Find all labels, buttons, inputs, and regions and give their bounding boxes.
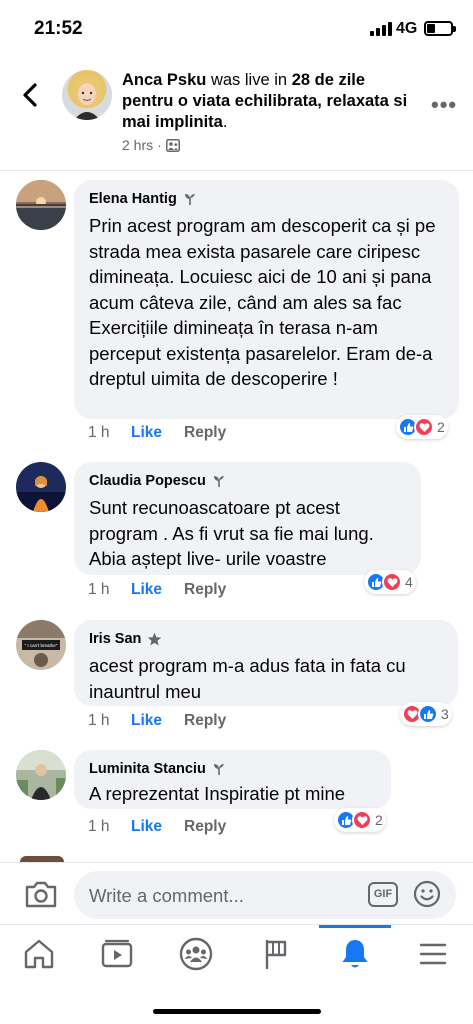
host-name[interactable]: Anca Psku bbox=[122, 71, 206, 89]
like-button[interactable]: Like bbox=[131, 581, 184, 599]
comment-composer: Write a comment... GIF bbox=[0, 862, 473, 922]
status-time: 21:52 bbox=[34, 18, 83, 39]
post-header: Anca Psku was live in 28 de zile pentru … bbox=[0, 58, 473, 168]
pages-flag-icon bbox=[265, 939, 287, 970]
commenter-name[interactable]: Claudia Popescu bbox=[89, 473, 206, 489]
bottom-tab-bar bbox=[0, 924, 473, 986]
back-arrow-icon[interactable] bbox=[18, 82, 44, 108]
avatar-caption: " I can't breathe" bbox=[25, 643, 58, 648]
comment-time: 1 h bbox=[88, 712, 110, 729]
reactions-summary[interactable]: 3 bbox=[400, 702, 452, 726]
notifications-bell-icon bbox=[342, 940, 368, 968]
host-avatar[interactable] bbox=[62, 70, 112, 120]
love-reaction-icon bbox=[414, 417, 434, 437]
star-badge-icon bbox=[148, 632, 162, 645]
header-divider bbox=[0, 170, 473, 171]
comment-text: Sunt recunoascatoare pt acest program . … bbox=[89, 497, 374, 569]
group-name-end: . bbox=[222, 113, 228, 131]
commenter-name[interactable]: Elena Hantig bbox=[89, 191, 177, 207]
like-reaction-icon bbox=[418, 704, 438, 724]
emoji-icon[interactable] bbox=[413, 880, 441, 908]
commenter-avatar[interactable]: " I can't breathe" bbox=[16, 620, 66, 670]
battery-icon bbox=[424, 21, 456, 36]
comment-bubble[interactable]: Elena Hantig Prin acest program am desco… bbox=[74, 180, 459, 419]
camera-icon[interactable] bbox=[24, 879, 58, 909]
comment-bubble[interactable]: Claudia Popescu Sunt recunoascatoare pt … bbox=[74, 462, 421, 575]
reaction-count: 2 bbox=[375, 812, 383, 828]
commenter-avatar[interactable] bbox=[16, 750, 66, 800]
commenter-avatar[interactable] bbox=[16, 180, 66, 230]
tab-groups[interactable] bbox=[175, 933, 217, 975]
post-timestamp: 2 hrs bbox=[122, 137, 154, 153]
gif-button[interactable]: GIF bbox=[368, 882, 398, 907]
reactions-summary[interactable]: 2 bbox=[396, 415, 448, 439]
menu-icon bbox=[419, 943, 447, 965]
home-icon bbox=[24, 939, 54, 969]
group-privacy-icon bbox=[165, 138, 180, 152]
commenter-avatar[interactable] bbox=[16, 462, 66, 512]
reply-button[interactable]: Reply bbox=[184, 581, 226, 599]
reply-button[interactable]: Reply bbox=[184, 424, 226, 442]
status-bar: 21:52 4G bbox=[0, 0, 473, 58]
tab-pages[interactable] bbox=[255, 933, 297, 975]
post-meta: 2 hrs · bbox=[122, 137, 180, 153]
like-button[interactable]: Like bbox=[131, 424, 184, 442]
tab-notifications[interactable] bbox=[334, 933, 376, 975]
tab-menu[interactable] bbox=[412, 933, 454, 975]
love-reaction-icon bbox=[382, 572, 402, 592]
comment-text: acest program m-a adus fata in fata cu i… bbox=[89, 655, 406, 702]
reaction-count: 2 bbox=[437, 419, 445, 435]
commenter-name[interactable]: Luminita Stanciu bbox=[89, 761, 206, 777]
like-button[interactable]: Like bbox=[131, 818, 184, 836]
love-reaction-icon bbox=[352, 810, 372, 830]
home-indicator bbox=[153, 1009, 321, 1014]
comment-text: Prin acest program am descoperit ca și p… bbox=[89, 215, 436, 389]
comment-text: A reprezentat Inspiratie pt mine bbox=[89, 783, 346, 804]
cellular-signal-icon bbox=[370, 22, 392, 36]
reactions-summary[interactable]: 4 bbox=[364, 570, 416, 594]
comment-time: 1 h bbox=[88, 581, 110, 598]
meta-separator: · bbox=[157, 137, 162, 153]
comment-bubble[interactable]: Iris San acest program m-a adus fata in … bbox=[74, 620, 458, 706]
comment-input-placeholder: Write a comment... bbox=[89, 885, 244, 906]
reply-button[interactable]: Reply bbox=[184, 712, 226, 730]
reactions-summary[interactable]: 2 bbox=[334, 808, 386, 832]
tab-watch[interactable] bbox=[96, 933, 138, 975]
comment-bubble[interactable]: Luminita Stanciu A reprezentat Inspirati… bbox=[74, 750, 391, 809]
reply-button[interactable]: Reply bbox=[184, 818, 226, 836]
active-tab-indicator bbox=[319, 925, 391, 928]
more-options-icon[interactable]: ••• bbox=[431, 92, 457, 118]
comment-input[interactable]: Write a comment... GIF bbox=[74, 871, 456, 919]
reaction-count: 4 bbox=[405, 574, 413, 590]
plant-badge-icon bbox=[213, 476, 224, 487]
comment-time: 1 h bbox=[88, 424, 110, 441]
post-title: Anca Psku was live in 28 de zile pentru … bbox=[122, 70, 414, 133]
reaction-count: 3 bbox=[441, 706, 449, 722]
groups-icon bbox=[179, 937, 213, 971]
watch-icon bbox=[101, 939, 133, 968]
comment-time: 1 h bbox=[88, 818, 110, 835]
like-button[interactable]: Like bbox=[131, 712, 184, 730]
tab-home[interactable] bbox=[18, 933, 60, 975]
commenter-name[interactable]: Iris San bbox=[89, 631, 141, 647]
plant-badge-icon bbox=[184, 194, 195, 205]
network-type: 4G bbox=[396, 20, 418, 37]
post-action: was live in bbox=[210, 71, 288, 89]
plant-badge-icon bbox=[213, 764, 224, 775]
